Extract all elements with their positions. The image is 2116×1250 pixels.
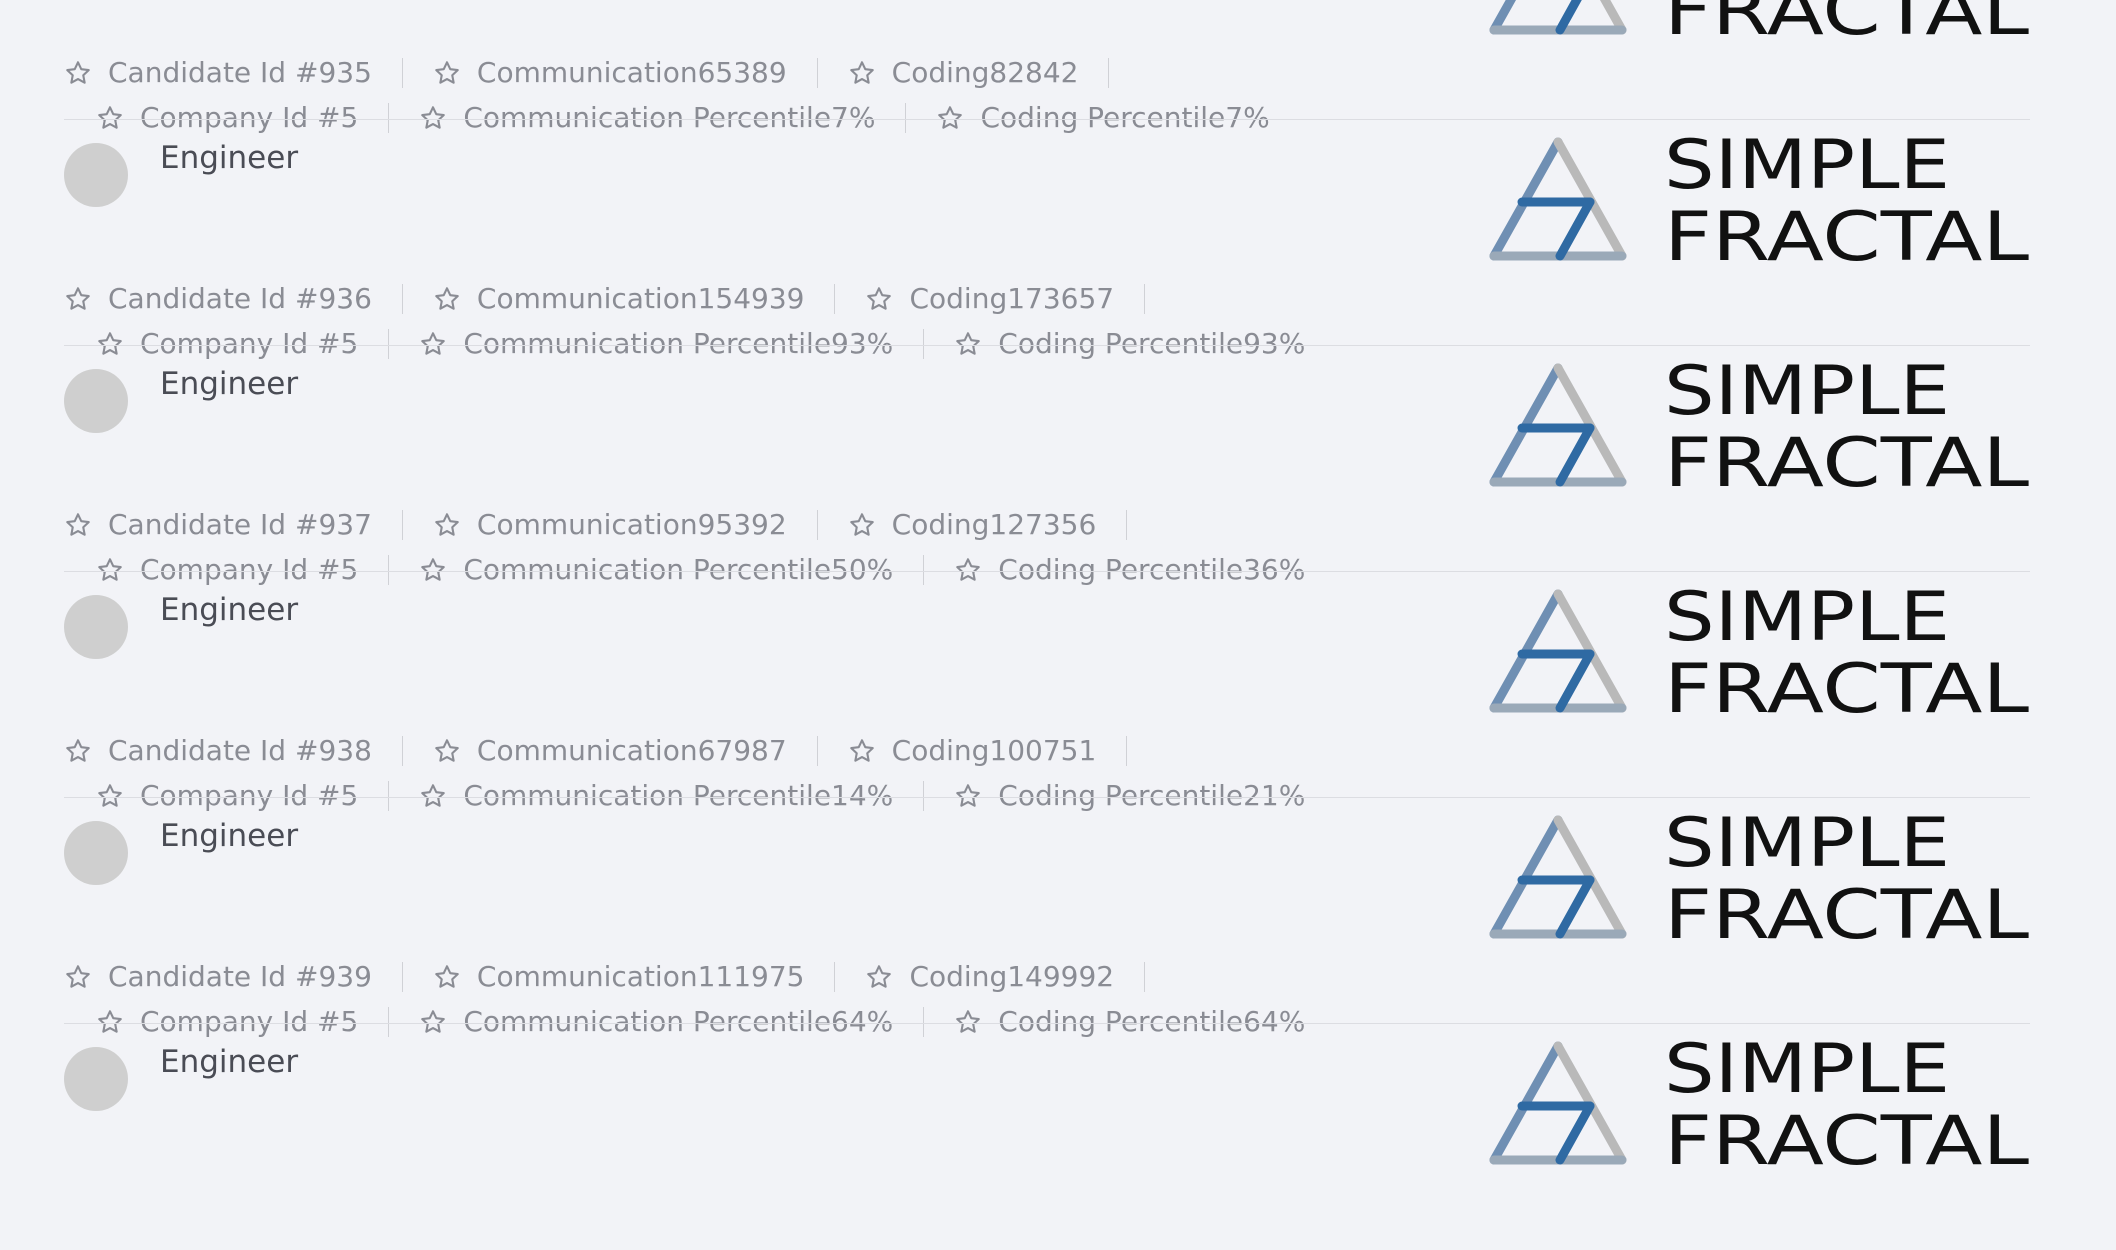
star-icon[interactable]: [64, 963, 108, 991]
separator: [401, 58, 403, 88]
company-logo: SIMPLEFRACTAL: [1489, 810, 2029, 955]
coding-score: Coding127356: [848, 508, 1097, 541]
candidate-id-text: Candidate Id #937: [108, 508, 372, 541]
coding-score-text: Coding82842: [891, 56, 1079, 89]
avatar: [64, 143, 128, 207]
meta-row-primary: Candidate Id #939 Communication111975 Codi…: [64, 962, 1175, 992]
star-icon[interactable]: [865, 285, 909, 313]
logo-text-line-2: FRACTAL: [1664, 0, 2029, 51]
candidate-card[interactable]: Engineer Candidate Id #936 Communication15…: [0, 120, 2116, 359]
coding-score-text: Coding173657: [909, 282, 1115, 315]
coding-score-text: Coding100751: [891, 734, 1097, 767]
avatar: [64, 1047, 128, 1111]
separator: [401, 510, 403, 540]
separator: [834, 962, 836, 992]
star-icon[interactable]: [64, 511, 108, 539]
coding-score: Coding100751: [848, 734, 1097, 767]
coding-score: Coding149992: [865, 963, 1114, 991]
separator: [401, 284, 403, 314]
company-logo: SIMPLEFRACTAL: [1489, 132, 2029, 277]
separator: [816, 510, 818, 540]
logo-text-line-2: FRACTAL: [1664, 1102, 2029, 1181]
separator: [1144, 962, 1146, 992]
job-title[interactable]: Engineer: [160, 364, 298, 404]
communication-score: Communication65389: [433, 59, 787, 87]
candidate-card[interactable]: Engineer SIMPLE FRACTAL: [0, 1024, 2116, 1250]
communication-score-text: Communication95392: [476, 508, 787, 541]
star-icon[interactable]: [433, 285, 477, 313]
candidate-id-text: Candidate Id #935: [108, 56, 372, 89]
company-logo: SIMPLEFRACTAL: [1489, 1036, 2029, 1181]
company-logo: SIMPLEFRACTAL: [1489, 0, 2029, 51]
star-icon[interactable]: [848, 59, 892, 87]
job-title[interactable]: Engineer: [160, 816, 298, 856]
star-icon[interactable]: [433, 511, 477, 539]
avatar: [64, 821, 128, 885]
candidate-id: Candidate Id #935: [64, 59, 372, 87]
separator: [1126, 736, 1128, 766]
separator: [1108, 58, 1110, 88]
meta-row-primary: Candidate Id #935 Communication65389 Codin…: [64, 58, 1139, 88]
separator: [401, 962, 403, 992]
candidate-card[interactable]: Engineer Candidate Id #939 Communication11…: [0, 798, 2116, 1037]
coding-score: Coding82842: [848, 56, 1079, 89]
communication-score: Communication154939: [433, 282, 805, 315]
coding-score-text: Coding127356: [891, 508, 1097, 541]
communication-score-text: Communication67987: [476, 734, 787, 767]
star-icon[interactable]: [64, 59, 108, 87]
star-icon[interactable]: [64, 737, 108, 765]
separator: [816, 736, 818, 766]
communication-score: Communication67987: [433, 737, 787, 765]
star-icon[interactable]: [433, 59, 477, 87]
coding-score-text: Coding149992: [909, 960, 1115, 993]
separator: [1126, 510, 1128, 540]
logo-text-line-1: SIMPLE: [1664, 810, 1950, 883]
candidate-id: Candidate Id #936: [64, 285, 372, 313]
job-title[interactable]: Engineer: [160, 138, 298, 178]
candidate-card[interactable]: EngineerCandidate Id #935Communication65…: [0, 0, 2116, 133]
star-icon[interactable]: [848, 511, 892, 539]
job-title[interactable]: Engineer: [160, 1042, 298, 1082]
company-logo: SIMPLEFRACTAL: [1489, 584, 2029, 729]
candidate-card[interactable]: Engineer Candidate Id #938 Communication67…: [0, 572, 2116, 811]
candidate-id-text: Candidate Id #939: [108, 960, 372, 993]
communication-score: Communication111975: [433, 960, 805, 993]
company-logo: SIMPLEFRACTAL: [1489, 358, 2029, 503]
logo-text-line-2: FRACTAL: [1664, 424, 2029, 503]
avatar: [64, 595, 128, 659]
separator: [401, 736, 403, 766]
meta-row-primary: Candidate Id #936 Communication154939 Codi…: [64, 284, 1175, 314]
candidate-id: Candidate Id #937: [64, 511, 372, 539]
logo-text-line-1: SIMPLE: [1664, 1036, 1950, 1109]
communication-score-text: Communication111975: [476, 960, 805, 993]
logo-text-line-2: FRACTAL: [1664, 876, 2029, 955]
coding-score: Coding173657: [865, 285, 1114, 313]
logo-text-line-1: SIMPLE: [1664, 584, 1950, 657]
communication-score-text: Communication154939: [476, 282, 805, 315]
separator: [834, 284, 836, 314]
separator: [816, 58, 818, 88]
candidate-id: Candidate Id #938: [64, 737, 372, 765]
meta-row-primary: Candidate Id #938 Communication67987 Codin…: [64, 736, 1157, 766]
star-icon[interactable]: [433, 737, 477, 765]
candidate-id-text: Candidate Id #936: [108, 282, 372, 315]
meta-row-primary: Candidate Id #937 Communication95392 Codin…: [64, 510, 1157, 540]
job-title[interactable]: Engineer: [160, 590, 298, 630]
candidate-id: Candidate Id #939: [64, 963, 372, 991]
candidate-id-text: Candidate Id #938: [108, 734, 372, 767]
candidate-card[interactable]: Engineer Candidate Id #937 Communication95…: [0, 346, 2116, 585]
logo-text-line-1: SIMPLE: [1664, 132, 1950, 205]
star-icon[interactable]: [848, 737, 892, 765]
logo-text-line-2: FRACTAL: [1664, 198, 2029, 277]
separator: [1144, 284, 1146, 314]
avatar: [64, 369, 128, 433]
logo-text-line-1: SIMPLE: [1664, 358, 1950, 431]
logo-text-line-2: FRACTAL: [1664, 650, 2029, 729]
star-icon[interactable]: [865, 963, 909, 991]
star-icon[interactable]: [433, 963, 477, 991]
communication-score: Communication95392: [433, 511, 787, 539]
star-icon[interactable]: [64, 285, 108, 313]
communication-score-text: Communication65389: [476, 56, 787, 89]
